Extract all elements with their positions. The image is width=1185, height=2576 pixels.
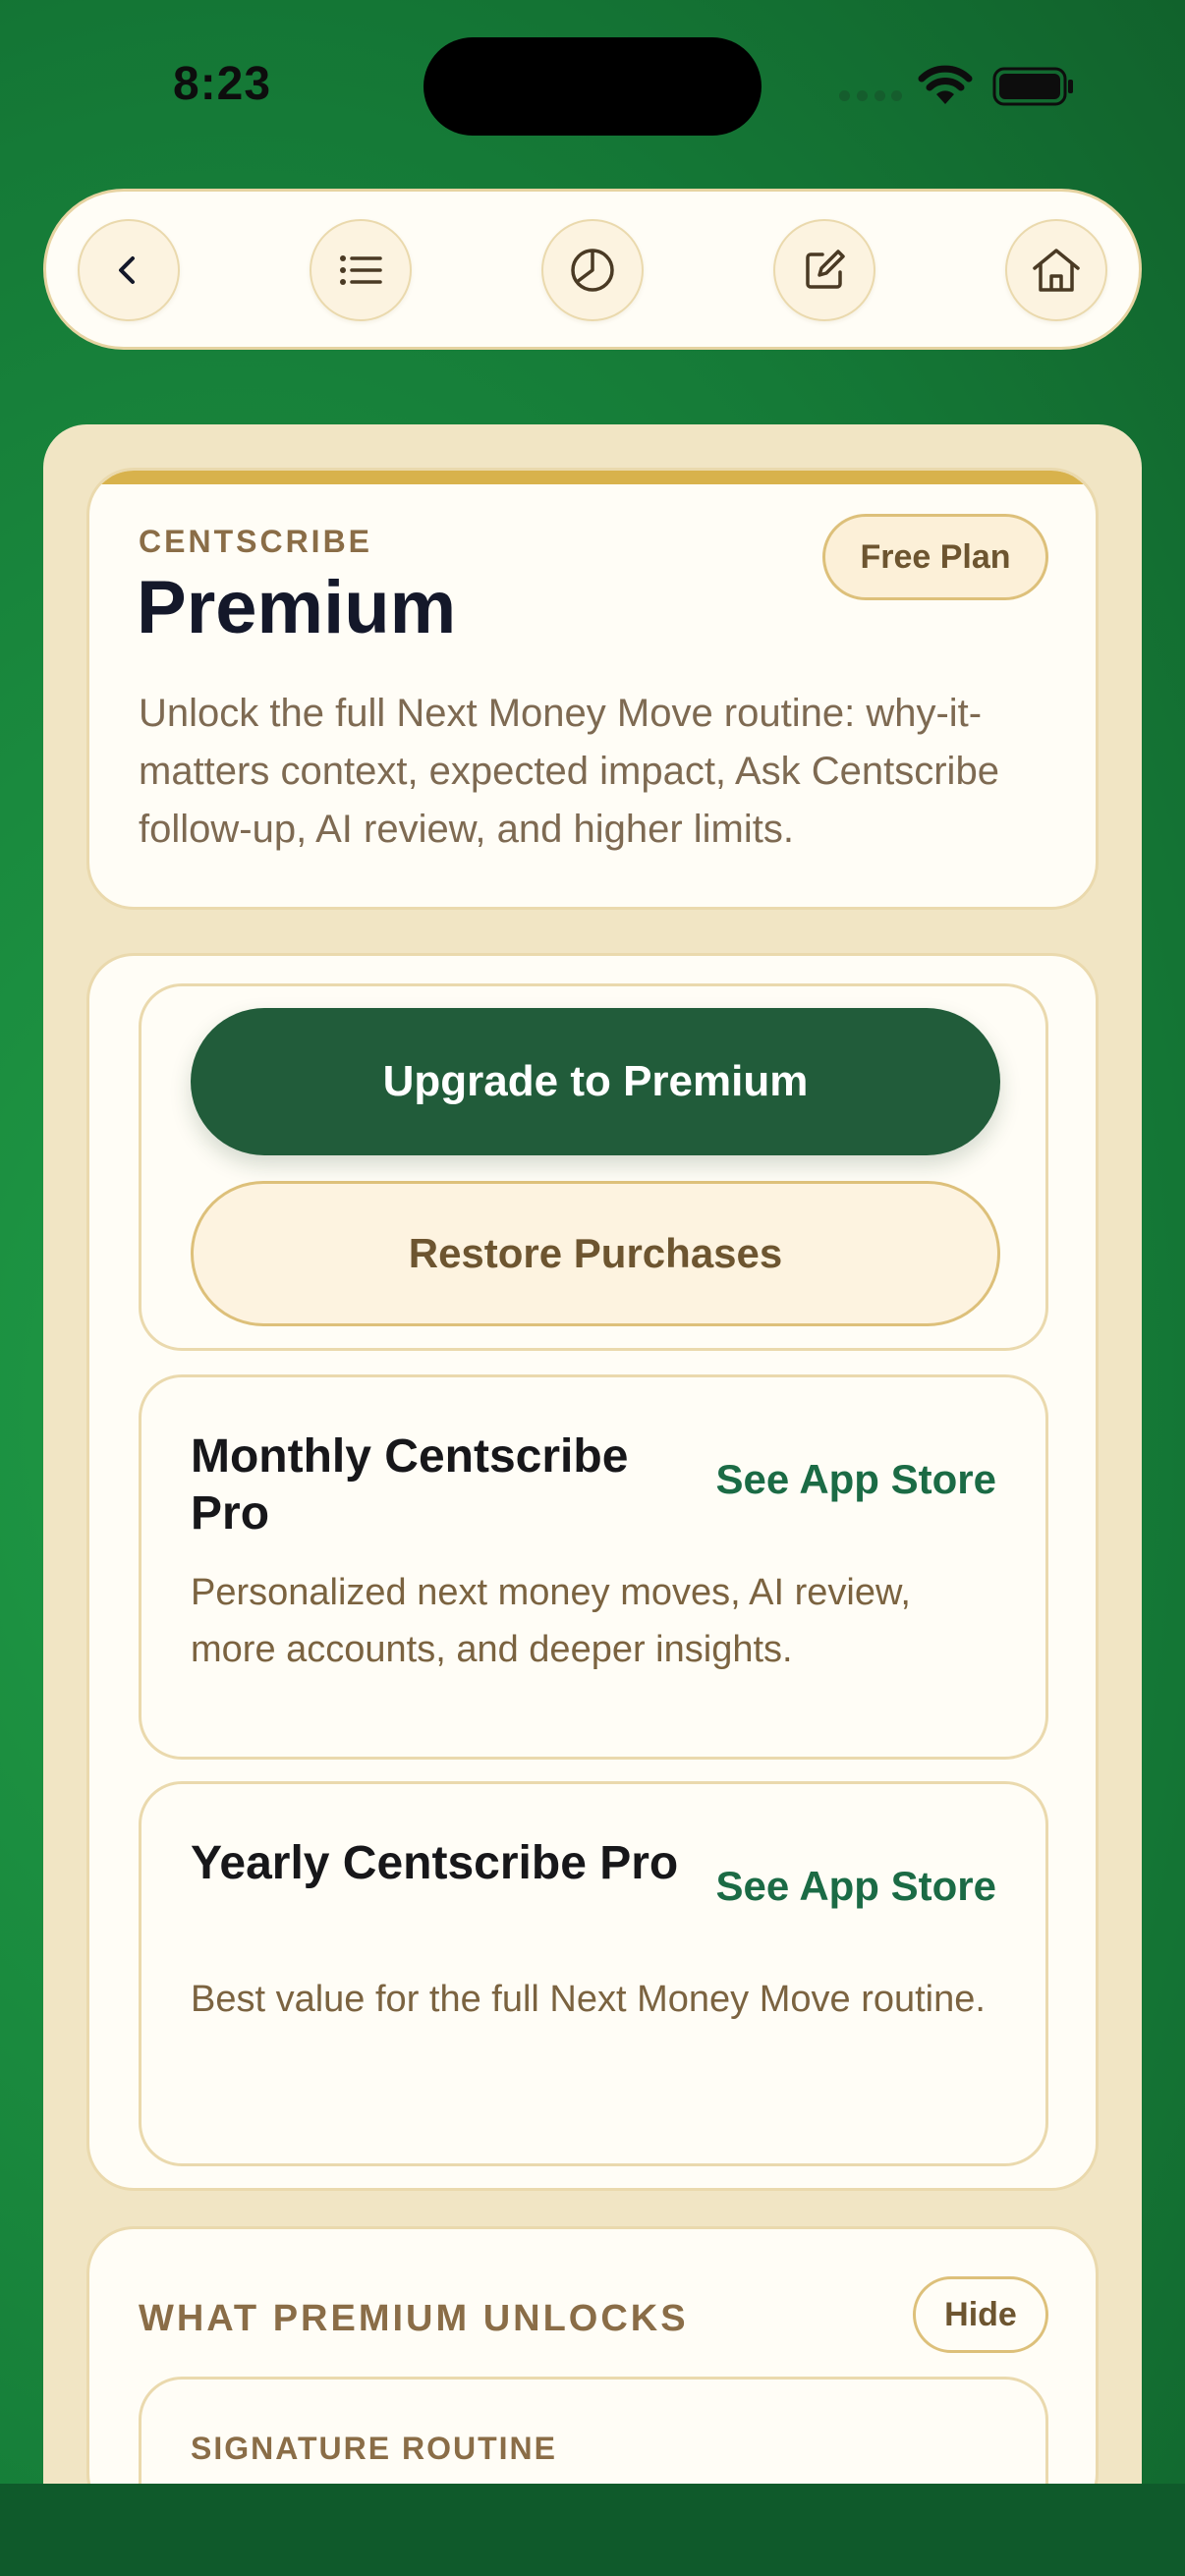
hero-description: Unlock the full Next Money Move routine:… — [139, 692, 999, 851]
premium-panel: CENTSCRIBE Premium Free Plan Unlock the … — [43, 424, 1142, 2484]
home-button[interactable] — [1005, 219, 1107, 321]
unlock-item: SIGNATURE ROUTINE — [139, 2377, 1048, 2484]
see-app-store-link[interactable]: See App Store — [715, 1863, 996, 1910]
edit-icon — [806, 250, 845, 289]
plan-description: Best value for the full Next Money Move … — [191, 1979, 986, 2020]
bottom-background — [0, 2484, 1185, 2576]
hide-button[interactable]: Hide — [913, 2276, 1048, 2353]
plan-title: Monthly Centscribe Pro — [191, 1430, 629, 1540]
unlock-item-label: SIGNATURE ROUTINE — [191, 2431, 557, 2466]
plans-card: Upgrade to Premium Restore Purchases Mon… — [86, 953, 1099, 2191]
list-button[interactable] — [310, 219, 412, 321]
premium-unlocks-card: WHAT PREMIUM UNLOCKS Hide SIGNATURE ROUT… — [86, 2226, 1099, 2484]
pie-chart-icon — [571, 249, 614, 292]
signal-icon — [839, 90, 902, 104]
back-button[interactable] — [78, 219, 180, 321]
plan-option-yearly[interactable]: Yearly Centscribe Pro See App Store Best… — [139, 1781, 1048, 2166]
home-icon — [1033, 249, 1080, 292]
plan-description: Personalized next money moves, AI review… — [191, 1572, 911, 1670]
restore-purchases-button[interactable]: Restore Purchases — [191, 1181, 1000, 1326]
dynamic-island — [423, 37, 762, 136]
hero-accent-bar — [89, 471, 1096, 484]
see-app-store-link[interactable]: See App Store — [715, 1456, 996, 1503]
plan-option-monthly[interactable]: Monthly Centscribe Pro See App Store Per… — [139, 1374, 1048, 1760]
edit-button[interactable] — [773, 219, 875, 321]
brand-eyebrow: CENTSCRIBE — [139, 524, 373, 559]
plan-title: Yearly Centscribe Pro — [191, 1837, 679, 1889]
back-chevron-icon — [119, 256, 135, 284]
list-icon — [340, 255, 382, 285]
status-time: 8:23 — [173, 58, 272, 110]
top-nav-bar — [43, 189, 1142, 350]
wifi-icon — [918, 65, 973, 104]
purchase-actions: Upgrade to Premium Restore Purchases — [139, 983, 1048, 1351]
insights-button[interactable] — [541, 219, 644, 321]
plan-status-badge: Free Plan — [822, 514, 1048, 600]
page-title: Premium — [137, 566, 457, 649]
battery-icon — [992, 67, 1073, 106]
upgrade-button[interactable]: Upgrade to Premium — [191, 1008, 1000, 1155]
section-title: WHAT PREMIUM UNLOCKS — [139, 2298, 689, 2339]
premium-hero-card: CENTSCRIBE Premium Free Plan Unlock the … — [86, 468, 1099, 910]
